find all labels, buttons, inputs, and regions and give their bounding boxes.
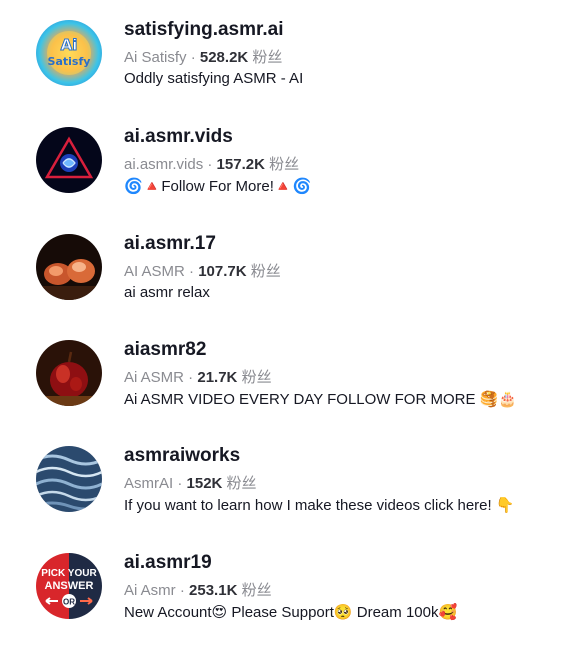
avatar-logo-text: Ai bbox=[61, 36, 78, 54]
follower-count: 528.2K bbox=[199, 49, 249, 66]
username[interactable]: satisfying.asmr.ai bbox=[124, 19, 283, 41]
followers-label: 粉丝 bbox=[241, 582, 272, 599]
username[interactable]: ai.asmr.17 bbox=[124, 233, 216, 255]
account-item-ai-asmr-vids[interactable]: ai.asmr.vids ai.asmr.vids · 157.2K 粉丝 🌀🔺… bbox=[0, 126, 584, 227]
avatar[interactable] bbox=[36, 446, 102, 512]
nickname: Ai ASMR bbox=[124, 369, 185, 386]
avatar-pick-your-answer-image: PICK YOUR ANSWER OR bbox=[36, 553, 102, 619]
account-meta: AsmrAI · 152K 粉丝 bbox=[124, 472, 257, 493]
avatar[interactable] bbox=[36, 340, 102, 406]
separator: · bbox=[184, 369, 198, 386]
follower-count: 21.7K bbox=[197, 369, 238, 386]
nickname: AsmrAI bbox=[124, 475, 174, 492]
account-meta: ai.asmr.vids · 157.2K 粉丝 bbox=[124, 153, 299, 174]
separator: · bbox=[184, 263, 199, 280]
bio: New Account😍 Please Support🥺 Dream 100k🥰 bbox=[124, 604, 458, 621]
avatar-logo-text: PICK YOUR bbox=[41, 568, 97, 579]
account-item-aiasmr82[interactable]: aiasmr82 Ai ASMR · 21.7K 粉丝 Ai ASMR VIDE… bbox=[0, 339, 584, 440]
separator: · bbox=[175, 582, 190, 599]
avatar[interactable] bbox=[36, 234, 102, 300]
followers-label: 粉丝 bbox=[269, 156, 300, 173]
followers-label: 粉丝 bbox=[250, 263, 281, 280]
avatar-triangle-spiral-image bbox=[36, 127, 102, 193]
followers-label: 粉丝 bbox=[241, 369, 272, 386]
username[interactable]: ai.asmr19 bbox=[124, 552, 212, 574]
account-search-results: Ai Satisfy satisfying.asmr.ai Ai Satisfy… bbox=[0, 0, 584, 638]
separator: · bbox=[203, 156, 217, 173]
follower-count: 253.1K bbox=[189, 582, 238, 599]
bio: 🌀🔺Follow For More!🔺🌀 bbox=[124, 178, 312, 195]
bio: ai asmr relax bbox=[124, 284, 210, 301]
account-meta: Ai Asmr · 253.1K 粉丝 bbox=[124, 579, 272, 600]
username[interactable]: aiasmr82 bbox=[124, 339, 206, 361]
separator: · bbox=[186, 49, 200, 66]
avatar-glass-apple-image bbox=[36, 340, 102, 406]
avatar-ocean-texture-image bbox=[36, 446, 102, 512]
account-item-ai-asmr19[interactable]: PICK YOUR ANSWER OR ai.asmr19 Ai Asmr · … bbox=[0, 552, 584, 653]
account-meta: AI ASMR · 107.7K 粉丝 bbox=[124, 260, 281, 281]
avatar-logo-text: ANSWER bbox=[45, 580, 94, 592]
nickname: Ai Asmr bbox=[124, 582, 176, 599]
account-item-ai-asmr-17[interactable]: ai.asmr.17 AI ASMR · 107.7K 粉丝 ai asmr r… bbox=[0, 233, 584, 334]
follower-count: 157.2K bbox=[216, 156, 265, 173]
followers-label: 粉丝 bbox=[226, 475, 257, 492]
follower-count: 107.7K bbox=[198, 263, 247, 280]
account-meta: Ai ASMR · 21.7K 粉丝 bbox=[124, 366, 272, 387]
avatar-salt-rocks-image bbox=[36, 234, 102, 300]
bio: Ai ASMR VIDEO EVERY DAY FOLLOW FOR MORE … bbox=[124, 391, 517, 408]
avatar[interactable]: Ai Satisfy bbox=[36, 20, 102, 86]
nickname: ai.asmr.vids bbox=[124, 156, 204, 173]
username[interactable]: asmraiworks bbox=[124, 445, 240, 467]
avatar-ai-satisfy-logo: Ai Satisfy bbox=[36, 20, 102, 86]
followers-label: 粉丝 bbox=[252, 49, 283, 66]
separator: · bbox=[173, 475, 187, 492]
avatar[interactable] bbox=[36, 127, 102, 193]
nickname: AI ASMR bbox=[124, 263, 185, 280]
avatar[interactable]: PICK YOUR ANSWER OR bbox=[36, 553, 102, 619]
username[interactable]: ai.asmr.vids bbox=[124, 126, 233, 148]
follower-count: 152K bbox=[186, 475, 223, 492]
bio: Oddly satisfying ASMR - AI bbox=[124, 70, 304, 87]
avatar-logo-text: OR bbox=[63, 598, 75, 607]
account-meta: Ai Satisfy · 528.2K 粉丝 bbox=[124, 46, 282, 67]
account-item-satisfying-asmr-ai[interactable]: Ai Satisfy satisfying.asmr.ai Ai Satisfy… bbox=[0, 19, 584, 120]
avatar-logo-text: Satisfy bbox=[48, 55, 91, 68]
nickname: Ai Satisfy bbox=[124, 49, 187, 66]
bio: If you want to learn how I make these vi… bbox=[124, 497, 515, 514]
account-item-asmraiworks[interactable]: asmraiworks AsmrAI · 152K 粉丝 If you want… bbox=[0, 445, 584, 546]
